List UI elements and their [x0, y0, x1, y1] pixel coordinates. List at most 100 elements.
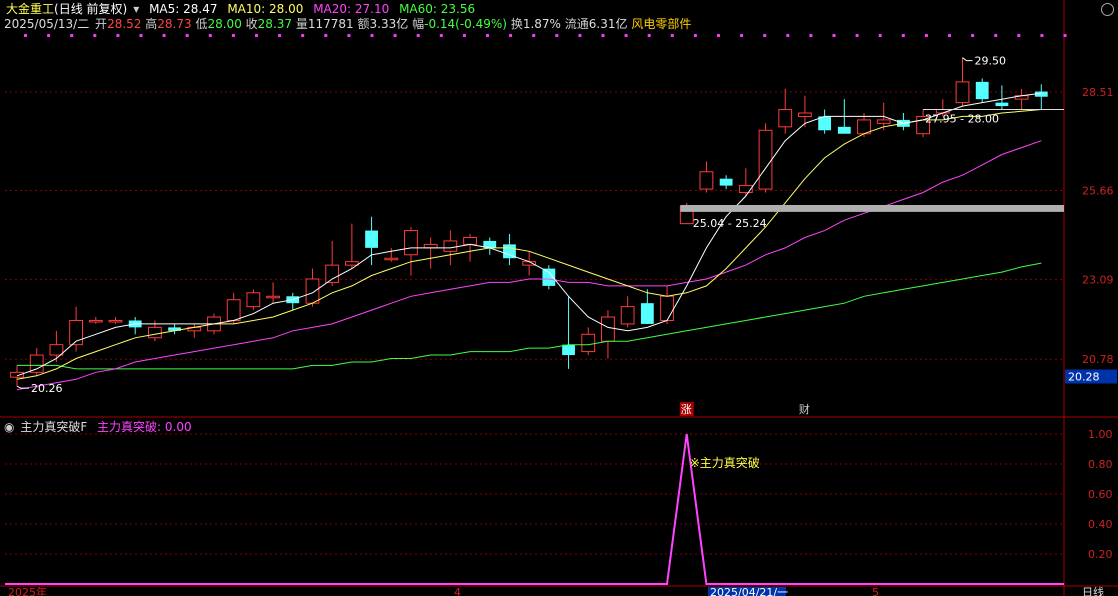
- signal-dot: [24, 34, 27, 37]
- signal-dot: [809, 34, 813, 37]
- low-price-label: 20.26: [31, 382, 63, 395]
- candle-body: [955, 81, 970, 104]
- indicator-tick-label: 0.40: [1088, 518, 1113, 531]
- candle: [29, 348, 44, 376]
- price-tick-label: 25.66: [1082, 184, 1114, 197]
- candle: [640, 289, 654, 324]
- indicator-line: [5, 433, 1064, 585]
- signal-dot: [162, 34, 166, 37]
- signal-dot: [1017, 34, 1021, 37]
- signal-dot: [509, 34, 513, 37]
- signal-dot: [301, 34, 305, 37]
- candle-body: [325, 264, 340, 283]
- timeline-month-5: 5: [872, 586, 879, 596]
- candle: [758, 123, 773, 193]
- signal-dot: [878, 34, 882, 37]
- high-price-label: 29.50: [975, 55, 1007, 68]
- candle: [562, 296, 575, 369]
- signal-dot: [185, 34, 189, 37]
- candle-body: [88, 319, 103, 323]
- candle-body: [719, 178, 733, 186]
- candle-body: [49, 344, 64, 356]
- signal-dot: [624, 34, 628, 37]
- signal-dot: [347, 34, 351, 37]
- candle-body: [876, 119, 891, 124]
- candle: [581, 327, 596, 356]
- candle-body: [384, 257, 399, 261]
- current-price-label: 20.28: [1068, 370, 1100, 383]
- ma5-line: [16, 92, 1042, 377]
- signal-dot: [601, 34, 605, 37]
- candle: [108, 317, 123, 324]
- signal-dot: [393, 34, 397, 37]
- candle: [522, 251, 537, 276]
- signal-label: ※主力真突破: [690, 455, 760, 470]
- signal-dot: [578, 34, 582, 37]
- candle-body: [581, 333, 596, 353]
- candle-body: [837, 126, 851, 134]
- signal-dot: [324, 34, 328, 37]
- signal-dot: [231, 34, 235, 37]
- timeline-year: 2025年: [8, 585, 47, 596]
- period-button: 日线: [1082, 585, 1104, 596]
- candle: [49, 330, 64, 362]
- indicator-panel: ※主力真突破: [5, 433, 1064, 585]
- zhang-marker: 涨: [681, 403, 692, 416]
- signal-dot: [763, 34, 767, 37]
- indicator-tick-label: 1.00: [1088, 428, 1113, 441]
- signal-dot: [971, 34, 975, 37]
- price-tick-label: 20.78: [1082, 353, 1114, 366]
- candle: [719, 175, 733, 190]
- range1-label: 25.04 - 25.24: [693, 217, 767, 230]
- candle-body: [266, 295, 280, 299]
- signal-dot: [1040, 34, 1044, 37]
- candle-body: [423, 243, 438, 249]
- grid-lines: [0, 0, 1118, 596]
- candle-body: [365, 230, 378, 248]
- price-axis: 20.78 23.09 25.66 28.51 20.28 0.20 0.40 0.60 0.8…: [8, 86, 1117, 596]
- candle-body: [108, 319, 123, 323]
- signal-dot: [47, 34, 51, 37]
- signal-dot: [70, 34, 74, 37]
- signal-dot: [1063, 34, 1067, 37]
- candle-body: [818, 116, 832, 131]
- timeline-month-4: 4: [454, 586, 461, 596]
- signal-dot: [948, 34, 951, 37]
- candle: [404, 227, 418, 276]
- candle-body: [305, 278, 320, 304]
- signal-dot: [486, 34, 489, 37]
- candle: [88, 317, 103, 324]
- signal-dot: [855, 34, 859, 37]
- signal-dot: [901, 34, 905, 37]
- candle-body: [601, 316, 615, 342]
- candle-body: [778, 109, 793, 128]
- support-band: [680, 204, 1064, 212]
- candle-body: [995, 102, 1009, 107]
- signal-dot: [740, 34, 744, 37]
- timeline-date: 2025/04/21/一: [710, 586, 788, 596]
- candle: [1034, 84, 1048, 110]
- signal-dot: [532, 34, 536, 37]
- candle: [168, 323, 181, 335]
- candle: [187, 323, 202, 338]
- candle: [344, 223, 359, 269]
- candle-body: [344, 261, 359, 266]
- candle: [778, 88, 793, 134]
- candle: [483, 237, 497, 255]
- signal-dot: [370, 34, 374, 37]
- candle-body: [147, 326, 162, 339]
- indicator-tick-label: 0.20: [1088, 548, 1113, 561]
- ma10-line: [16, 109, 1042, 380]
- candle: [266, 282, 280, 304]
- candle-body: [246, 292, 261, 308]
- signal-dot: [717, 34, 720, 37]
- candle: [423, 237, 438, 269]
- kline-chart[interactable]: 25.04 - 25.24 27.95 - 28.00 29.50 20.26 涨 财 ※…: [0, 0, 1118, 596]
- candle-body: [226, 299, 241, 321]
- signal-dot: [924, 34, 928, 37]
- signal-dot: [462, 34, 466, 37]
- candle: [955, 57, 970, 107]
- signal-dot: [647, 34, 651, 37]
- price-tick-label: 23.09: [1082, 273, 1114, 286]
- candle-body: [404, 230, 418, 256]
